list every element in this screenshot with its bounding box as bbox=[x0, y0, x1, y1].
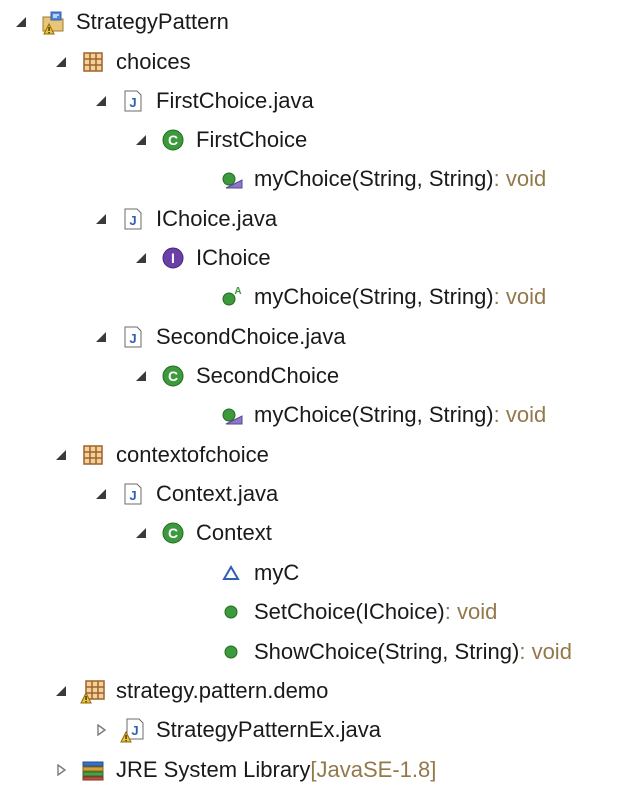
svg-text:I: I bbox=[171, 250, 175, 266]
return-type-label: : void bbox=[444, 599, 498, 624]
expanded-arrow-icon[interactable] bbox=[12, 13, 30, 31]
public-method-icon bbox=[218, 639, 244, 665]
library-icon bbox=[80, 757, 106, 783]
expanded-arrow-icon[interactable] bbox=[132, 249, 150, 267]
package-icon bbox=[80, 442, 106, 468]
tree-item-field-myc[interactable]: myC bbox=[190, 555, 299, 591]
tree-item-label: IChoice.java bbox=[156, 206, 278, 231]
tree-item-label: IChoice bbox=[196, 245, 271, 270]
svg-text:J: J bbox=[129, 213, 136, 228]
tree-item-file-ichoice[interactable]: J IChoice.java bbox=[92, 201, 277, 237]
tree-item-method-mychoice[interactable]: A myChoice(String, String) : void bbox=[190, 279, 546, 315]
expanded-arrow-icon[interactable] bbox=[52, 53, 70, 71]
tree-item-file-strategypatternex[interactable]: J StrategyPatternEx.java bbox=[92, 712, 381, 748]
tree-item-method-showchoice[interactable]: ShowChoice(String, String) : void bbox=[190, 634, 572, 670]
return-type-label: : void bbox=[519, 639, 572, 664]
tree-item-package-contextofchoice[interactable]: contextofchoice bbox=[52, 437, 269, 473]
collapsed-arrow-icon[interactable] bbox=[92, 721, 110, 739]
return-type-label: : void bbox=[493, 284, 547, 309]
tree-item-class-firstchoice[interactable]: C FirstChoice bbox=[132, 122, 307, 158]
tree-item-label: myC bbox=[254, 560, 300, 585]
tree-item-file-context[interactable]: J Context.java bbox=[92, 476, 278, 512]
expanded-arrow-icon[interactable] bbox=[52, 446, 70, 464]
tree-item-file-firstchoice[interactable]: J FirstChoice.java bbox=[92, 83, 314, 119]
package-field-icon bbox=[218, 560, 244, 586]
tree-item-label: StrategyPattern bbox=[76, 9, 229, 34]
public-method-icon bbox=[218, 599, 244, 625]
tree-item-label: SetChoice(IChoice) bbox=[254, 599, 445, 624]
tree-item-package-strategy-pattern-demo[interactable]: strategy.pattern.demo bbox=[52, 673, 328, 709]
svg-text:A: A bbox=[234, 286, 241, 297]
svg-text:J: J bbox=[129, 331, 136, 346]
tree-item-label: JRE System Library bbox=[116, 757, 311, 782]
svg-text:J: J bbox=[131, 723, 138, 738]
tree-item-label: FirstChoice.java bbox=[156, 88, 314, 113]
class-icon: C bbox=[160, 363, 186, 389]
expanded-arrow-icon[interactable] bbox=[92, 92, 110, 110]
java-project-icon bbox=[40, 9, 66, 35]
java-file-icon: J bbox=[120, 324, 146, 350]
abstract-method-icon: A bbox=[218, 284, 244, 310]
tree-item-label: strategy.pattern.demo bbox=[116, 678, 329, 703]
tree-item-label: choices bbox=[116, 49, 191, 74]
java-file-icon: J bbox=[120, 206, 146, 232]
tree-item-label: myChoice(String, String) bbox=[254, 402, 494, 427]
expanded-arrow-icon[interactable] bbox=[92, 485, 110, 503]
tree-item-label: myChoice(String, String) bbox=[254, 284, 494, 309]
tree-item-jre-system-library[interactable]: JRE System Library [JavaSE-1.8] bbox=[52, 752, 436, 788]
svg-text:C: C bbox=[168, 368, 178, 384]
java-file-icon: J bbox=[120, 88, 146, 114]
tree-item-label: ShowChoice(String, String) bbox=[254, 639, 520, 664]
interface-icon: I bbox=[160, 245, 186, 271]
tree-item-interface-ichoice[interactable]: I IChoice bbox=[132, 240, 271, 276]
override-method-icon bbox=[218, 166, 244, 192]
svg-text:C: C bbox=[168, 525, 178, 541]
java-file-warning-icon: J bbox=[120, 717, 146, 743]
svg-text:C: C bbox=[168, 132, 178, 148]
tree-item-label: SecondChoice.java bbox=[156, 324, 346, 349]
expanded-arrow-icon[interactable] bbox=[92, 328, 110, 346]
tree-item-label: Context.java bbox=[156, 481, 279, 506]
tree-item-method-setchoice[interactable]: SetChoice(IChoice) : void bbox=[190, 594, 497, 630]
tree-item-label: Context bbox=[196, 520, 272, 545]
expanded-arrow-icon[interactable] bbox=[132, 367, 150, 385]
tree-item-file-secondchoice[interactable]: J SecondChoice.java bbox=[92, 319, 346, 355]
tree-item-label: contextofchoice bbox=[116, 442, 269, 467]
tree-item-label: SecondChoice bbox=[196, 363, 340, 388]
tree-item-class-context[interactable]: C Context bbox=[132, 515, 272, 551]
svg-text:J: J bbox=[129, 95, 136, 110]
tree-item-label: FirstChoice bbox=[196, 127, 308, 152]
collapsed-arrow-icon[interactable] bbox=[52, 761, 70, 779]
tree-item-label: StrategyPatternEx.java bbox=[156, 717, 382, 742]
svg-text:J: J bbox=[129, 488, 136, 503]
class-icon: C bbox=[160, 127, 186, 153]
library-version-label: [JavaSE-1.8] bbox=[310, 757, 437, 782]
tree-item-project[interactable]: StrategyPattern bbox=[12, 4, 229, 40]
expanded-arrow-icon[interactable] bbox=[132, 524, 150, 542]
tree-item-label: myChoice(String, String) bbox=[254, 166, 494, 191]
package-icon bbox=[80, 49, 106, 75]
tree-item-class-secondchoice[interactable]: C SecondChoice bbox=[132, 358, 339, 394]
package-warning-icon bbox=[80, 678, 106, 704]
java-file-icon: J bbox=[120, 481, 146, 507]
tree-item-method-mychoice[interactable]: myChoice(String, String) : void bbox=[190, 161, 546, 197]
return-type-label: : void bbox=[493, 166, 547, 191]
expanded-arrow-icon[interactable] bbox=[52, 682, 70, 700]
package-explorer-tree: StrategyPattern choices J FirstChoice.ja… bbox=[0, 0, 632, 789]
return-type-label: : void bbox=[493, 402, 547, 427]
class-icon: C bbox=[160, 520, 186, 546]
tree-item-package-choices[interactable]: choices bbox=[52, 44, 191, 80]
tree-item-method-mychoice[interactable]: myChoice(String, String) : void bbox=[190, 397, 546, 433]
expanded-arrow-icon[interactable] bbox=[92, 210, 110, 228]
expanded-arrow-icon[interactable] bbox=[132, 131, 150, 149]
override-method-icon bbox=[218, 402, 244, 428]
